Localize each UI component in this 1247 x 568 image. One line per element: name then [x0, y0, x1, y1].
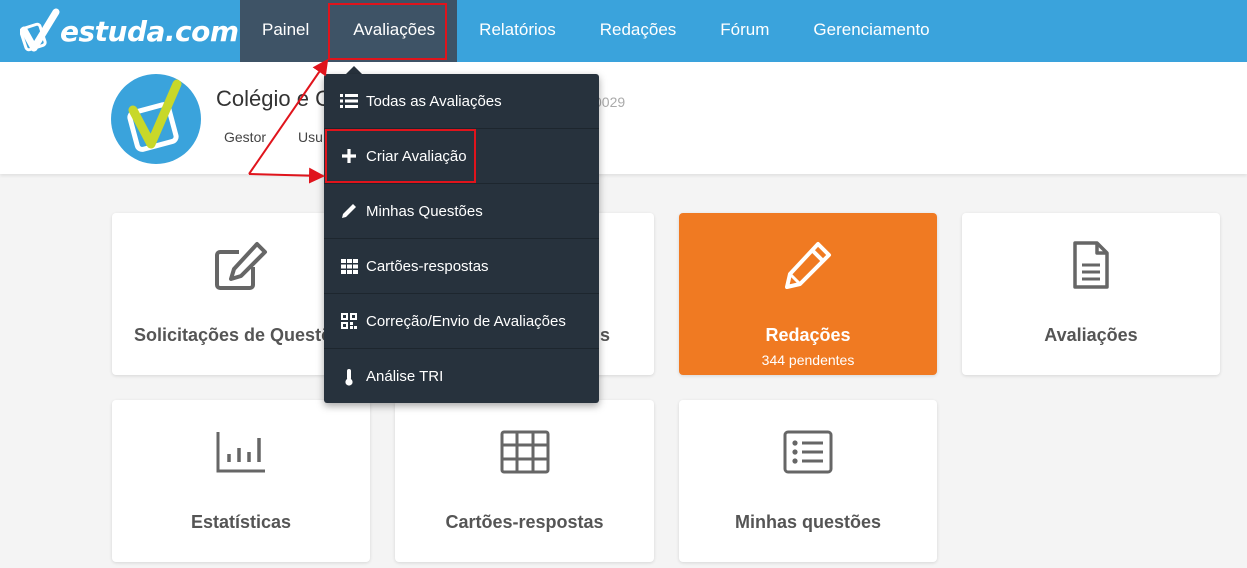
nav-redacoes[interactable]: Redações	[578, 0, 699, 62]
school-avatar	[111, 74, 201, 164]
menu-item-analise-tri[interactable]: Análise TRI	[324, 349, 599, 404]
menu-item-correcao-envio[interactable]: Correção/Envio de Avaliações	[324, 294, 599, 349]
card-label: s	[600, 325, 611, 345]
grid-icon	[340, 257, 358, 275]
arrow-to-criar-avaliacao	[248, 167, 325, 184]
brand-logo[interactable]: estuda.com	[20, 6, 239, 56]
card-label: Minhas questões	[734, 512, 882, 532]
card-pending-count: 344 pendentes	[761, 352, 855, 368]
edit-icon	[215, 242, 267, 290]
school-logo-icon	[127, 79, 182, 152]
checkmark-logo-icon	[20, 8, 60, 52]
pencil-icon	[340, 202, 358, 220]
grid-icon	[500, 430, 549, 474]
list-icon	[783, 430, 833, 474]
pencil-icon	[785, 242, 831, 289]
nav-relatorios[interactable]: Relatórios	[457, 0, 578, 62]
menu-item-todas-avaliacoes[interactable]: Todas as Avaliações	[324, 74, 599, 129]
document-icon	[1073, 241, 1109, 289]
highlight-box-avaliacoes	[328, 3, 447, 60]
card-label: Avaliações	[1044, 325, 1138, 345]
menu-item-label: Cartões-respostas	[366, 257, 489, 275]
menu-item-label: Todas as Avaliações	[366, 92, 502, 110]
card-label: Redações	[765, 325, 851, 345]
menu-item-minhas-questoes[interactable]: Minhas Questões	[324, 184, 599, 239]
card-minhas-questoes[interactable]: Minhas questões	[679, 400, 937, 562]
tab-gestor[interactable]: Gestor	[224, 129, 266, 145]
brand-name: estuda.com	[60, 14, 239, 48]
card-estatisticas[interactable]: Estatísticas	[112, 400, 370, 562]
menu-item-label: Análise TRI	[366, 368, 444, 385]
top-navbar: estuda.com Painel Avaliações Relatórios …	[0, 0, 1247, 62]
card-label: Estatísticas	[190, 512, 292, 532]
avaliacoes-dropdown-menu: Todas as Avaliações Criar Avaliação Minh…	[324, 74, 599, 403]
thermometer-icon	[340, 368, 358, 386]
nav-gerenciamento[interactable]: Gerenciamento	[791, 0, 951, 62]
qrcode-icon	[340, 312, 358, 330]
card-avaliacoes[interactable]: Avaliações	[962, 213, 1220, 375]
card-cartoes-respostas[interactable]: Cartões-respostas	[395, 400, 654, 562]
school-name: Colégio e C	[216, 86, 331, 111]
bar-chart-icon	[216, 432, 265, 473]
tab-usuario[interactable]: Usu	[298, 129, 323, 145]
nav-forum[interactable]: Fórum	[698, 0, 791, 62]
card-redacoes[interactable]: Redações 344 pendentes	[679, 213, 937, 375]
highlight-box-criar-avaliacao	[325, 129, 476, 183]
dropdown-caret	[346, 66, 362, 74]
card-label: Cartões-respostas	[445, 512, 604, 532]
menu-item-cartoes-respostas[interactable]: Cartões-respostas	[324, 239, 599, 294]
menu-item-label: Correção/Envio de Avaliações	[366, 312, 566, 330]
list-icon	[340, 92, 358, 110]
nav-painel[interactable]: Painel	[240, 0, 332, 62]
menu-item-label: Minhas Questões	[366, 202, 483, 220]
